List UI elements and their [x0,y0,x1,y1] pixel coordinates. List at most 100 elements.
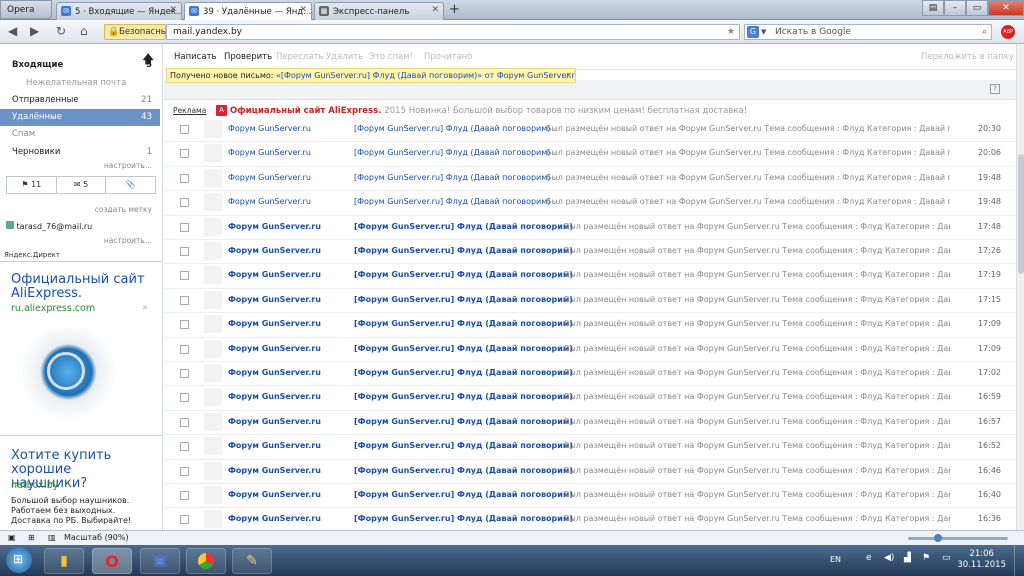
mail-checkbox[interactable] [180,149,189,159]
mail-snippet[interactable]: Был размещён новый ответ на Форум GunSer… [546,167,950,189]
mail-row[interactable]: Форум GunServer.ru [Форум GunServer.ru] Ф… [164,338,1016,362]
reload-icon[interactable]: ↻ [56,24,66,38]
opera-menu-button[interactable]: Opera [0,0,52,19]
ad-title-aliexpress[interactable]: Официальный сайт AliExpress. [11,273,151,301]
move-to-folder-button[interactable]: Переложить в папку [921,52,1014,62]
mail-sender[interactable]: Форум GunServer.ru [228,460,321,482]
mail-snippet[interactable]: Был размещён новый ответ на Форум GunSer… [564,435,950,457]
zoom-label[interactable]: Масштаб (90%) [64,531,129,545]
mail-snippet[interactable]: Был размещён новый ответ на Форум GunSer… [564,460,950,482]
mail-snippet[interactable]: Был размещён новый ответ на Форум GunSer… [546,118,950,140]
close-icon[interactable]: ✕ [299,5,307,15]
mail-checkbox[interactable] [180,295,189,305]
save-taskbar-icon[interactable]: ▣ [140,548,180,574]
security-badge[interactable]: 🔒 Безопасный [104,24,173,40]
mail-subject[interactable]: [Форум GunServer.ru] Флуд (Давай поговор… [354,508,573,530]
notice-link[interactable]: «[Форум GunServer.ru] Флуд (Давай погово… [276,71,575,80]
google-icon[interactable]: G [747,26,759,38]
mail-subject[interactable]: [Форум GunServer.ru] Флуд (Давай поговор… [354,484,573,506]
mail-checkbox[interactable] [180,442,189,452]
mail-row[interactable]: Форум GunServer.ru [Форум GunServer.ru] Ф… [164,411,1016,436]
zoom-slider-thumb[interactable] [934,534,942,542]
mail-snippet[interactable]: Был размещён новый ответ на Форум GunSer… [564,484,950,506]
forward-button[interactable]: Переслать [276,52,324,62]
folder-deleted[interactable]: Удалённые 43 [0,109,160,126]
folder-drafts[interactable]: Черновики 1 [0,144,160,161]
mail-checkbox[interactable] [180,271,189,281]
mail-checkbox[interactable] [180,417,189,427]
new-tab-icon[interactable]: + [449,2,460,17]
check-mail-button[interactable]: Проверить [224,52,272,62]
mail-checkbox[interactable] [180,247,189,256]
mail-sender[interactable]: Форум GunServer.ru [228,386,321,408]
mail-subject[interactable]: [Форум GunServer.ru] Флуд (Давай поговор… [354,240,573,262]
mail-sender[interactable]: Форум GunServer.ru [228,191,311,213]
mail-subject[interactable]: [Форум GunServer.ru] Флуд (Давай поговор… [354,118,550,140]
bookmark-star-icon[interactable]: ★ [727,25,735,39]
help-icon[interactable]: ? [990,84,1000,94]
mail-subject[interactable]: [Форум GunServer.ru] Флуд (Давай поговор… [354,264,573,286]
mail-row[interactable]: Форум GunServer.ru [Форум GunServer.ru] Ф… [164,216,1016,240]
mail-snippet[interactable]: Был размещён новый ответ на Форум GunSer… [564,362,950,384]
search-icon[interactable]: ⌕ [982,25,987,39]
start-button[interactable]: ⊞ [6,547,32,573]
mail-subject[interactable]: [Форум GunServer.ru] Флуд (Давай поговор… [354,289,573,311]
ad-url-netbox[interactable]: netbox.by [11,480,58,491]
minimize-icon[interactable]: – [944,0,966,16]
mail-sender[interactable]: Форум GunServer.ru [228,313,321,335]
ie-tray-icon[interactable]: e [866,553,872,563]
mail-row[interactable]: Форум GunServer.ru [Форум GunServer.ru] Ф… [164,484,1016,509]
tab-speed-dial[interactable]: ▦ Экспресс-панель ✕ [314,2,444,20]
language-indicator[interactable]: EN [830,555,841,564]
mail-checkbox[interactable] [180,320,189,330]
mail-sender[interactable]: Форум GunServer.ru [228,167,311,189]
mail-subject[interactable]: [Форум GunServer.ru] Флуд (Давай поговор… [354,142,550,164]
mail-row[interactable]: Форум GunServer.ru [Форум GunServer.ru] Ф… [164,386,1016,411]
search-field[interactable]: G ▼ Искать в Google ⌕ [744,24,992,40]
mail-checkbox[interactable] [180,393,189,403]
show-desktop-button[interactable] [1014,545,1024,576]
mail-subject[interactable]: [Форум GunServer.ru] Флуд (Давай поговор… [354,435,573,457]
mail-sender[interactable]: Форум GunServer.ru [228,484,321,506]
mail-sender[interactable]: Форум GunServer.ru [228,362,321,384]
mail-checkbox[interactable] [180,369,189,378]
folder-junk[interactable]: Нежелательная почта [0,75,160,92]
battery-tray-icon[interactable]: ▭ [942,553,951,563]
tab-inbox[interactable]: ✉ 5 · Входящие — Яндек... ✕ [56,2,182,20]
configure-folders-link[interactable]: настроить... [104,161,152,170]
compose-button[interactable]: Написать [174,52,217,62]
mail-checkbox[interactable] [180,466,189,476]
opera-taskbar-icon[interactable]: O [92,548,132,574]
close-window-icon[interactable]: ✕ [988,0,1024,16]
mail-subject[interactable]: [Форум GunServer.ru] Флуд (Давай поговор… [354,411,573,433]
forward-icon[interactable]: ▶ [30,24,39,38]
mail-snippet[interactable]: Был размещён новый ответ на Форум GunSer… [564,386,950,408]
close-icon[interactable]: ✕ [169,5,177,15]
mail-sender[interactable]: Форум GunServer.ru [228,435,321,457]
mail-checkbox[interactable] [180,125,189,134]
mail-row[interactable]: Форум GunServer.ru [Форум GunServer.ru] Ф… [164,191,1016,216]
mail-row[interactable]: Форум GunServer.ru [Форум GunServer.ru] Ф… [164,240,1016,265]
attachment-filter-button[interactable]: 📎 [106,177,155,193]
tabs-menu-icon[interactable]: ▤ [922,0,944,16]
address-field[interactable]: mail.yandex.by ★ [166,24,740,40]
mail-row[interactable]: Форум GunServer.ru [Форум GunServer.ru] Ф… [164,142,1016,167]
folder-spam[interactable]: Спам [0,126,160,143]
up-arrow-icon[interactable]: 🡅 [142,50,154,71]
network-tray-icon[interactable]: ▟ [904,553,911,563]
mail-sender[interactable]: Форум GunServer.ru [228,142,311,164]
close-icon[interactable]: ✕ [565,69,572,82]
mail-snippet[interactable]: Был размещён новый ответ на Форум GunSer… [564,411,950,433]
mail-row[interactable]: Форум GunServer.ru [Форум GunServer.ru] Ф… [164,167,1016,192]
mail-sender[interactable]: Форум GunServer.ru [228,118,311,140]
mail-row[interactable]: Форум GunServer.ru [Форум GunServer.ru] Ф… [164,118,1016,143]
folder-sent[interactable]: Отправленные 21 [0,92,160,109]
account-row[interactable]: tarasd_76@mail.ru [6,221,92,231]
mail-sender[interactable]: Форум GunServer.ru [228,240,321,262]
mail-row[interactable]: Форум GunServer.ru [Форум GunServer.ru] Ф… [164,313,1016,338]
mail-subject[interactable]: [Форум GunServer.ru] Флуд (Давай поговор… [354,386,573,408]
mail-snippet[interactable]: Был размещён новый ответ на Форум GunSer… [564,264,950,286]
chevron-down-icon[interactable]: ▼ [761,25,766,39]
mail-snippet[interactable]: Был размещён новый ответ на Форум GunSer… [546,142,950,164]
mail-sender[interactable]: Форум GunServer.ru [228,216,321,238]
